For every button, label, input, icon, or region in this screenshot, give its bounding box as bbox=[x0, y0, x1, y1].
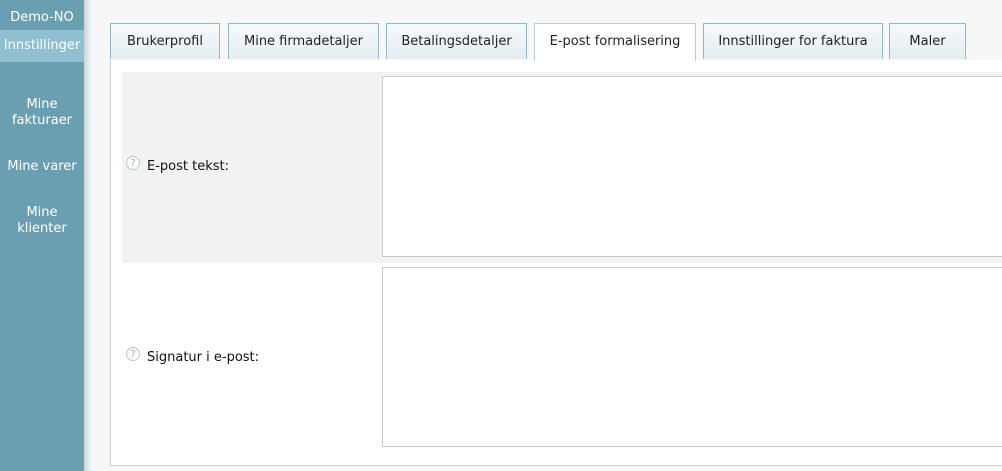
tab-innstillinger-for-faktura[interactable]: Innstillinger for faktura bbox=[703, 23, 883, 59]
signature-label: Signatur i e-post: bbox=[147, 350, 260, 365]
sidebar: Demo-NO Innstillinger Mine fakturaer Min… bbox=[0, 0, 84, 471]
sidebar-item-mine-fakturaer[interactable]: Mine fakturaer bbox=[0, 97, 84, 129]
sidebar-shadow bbox=[84, 0, 94, 471]
tab-betalingsdetaljer[interactable]: Betalingsdetaljer bbox=[386, 23, 527, 59]
company-name: Demo-NO bbox=[10, 10, 74, 25]
tab-label: E-post formalisering bbox=[549, 34, 681, 49]
tab-maler[interactable]: Maler bbox=[889, 23, 966, 59]
tab-e-post-formalisering[interactable]: E-post formalisering bbox=[534, 23, 696, 61]
tab-label: Brukerprofil bbox=[127, 34, 203, 49]
question-circle-icon[interactable]: ? bbox=[126, 346, 140, 361]
tab-label: Mine firmadetaljer bbox=[243, 34, 363, 49]
sidebar-item-innstillinger[interactable]: Innstillinger bbox=[0, 30, 84, 62]
sidebar-item-label: Mine fakturaer bbox=[11, 97, 73, 128]
tab-label: Maler bbox=[909, 34, 946, 49]
signature-field[interactable] bbox=[382, 267, 1002, 447]
tab-label: Betalingsdetaljer bbox=[401, 34, 512, 49]
tab-mine-firmadetaljer[interactable]: Mine firmadetaljer bbox=[228, 23, 379, 59]
sidebar-item-label: Innstillinger bbox=[3, 38, 81, 53]
email-text-row: ? E-post tekst: bbox=[122, 72, 1002, 263]
tab-brukerprofil[interactable]: Brukerprofil bbox=[110, 23, 220, 59]
sidebar-item-label: Mine varer bbox=[7, 159, 77, 174]
email-text-label-group: ? E-post tekst: bbox=[126, 155, 229, 174]
email-text-label: E-post tekst: bbox=[147, 159, 229, 174]
email-text-field[interactable] bbox=[382, 76, 1002, 257]
tab-label: Innstillinger for faktura bbox=[718, 34, 868, 49]
signature-label-group: ? Signatur i e-post: bbox=[126, 346, 260, 365]
sidebar-item-mine-varer[interactable]: Mine varer bbox=[0, 159, 84, 175]
sidebar-item-mine-klienter[interactable]: Mine klienter bbox=[0, 205, 84, 237]
signature-row: ? Signatur i e-post: bbox=[122, 263, 1002, 453]
sidebar-item-label: Mine klienter bbox=[17, 205, 67, 236]
question-circle-icon[interactable]: ? bbox=[126, 155, 140, 170]
